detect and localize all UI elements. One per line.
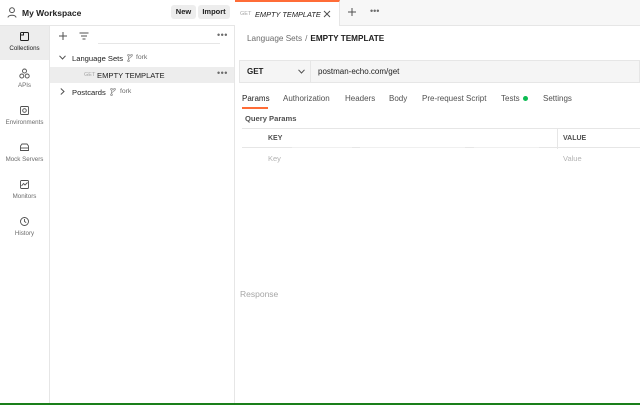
sidebar-item-apis[interactable]: APIs (0, 63, 49, 97)
breadcrumb-parent[interactable]: Language Sets (247, 34, 302, 43)
breadcrumb-separator: / (305, 34, 308, 43)
request-name: EMPTY TEMPLATE (97, 71, 165, 80)
sidebar-item-mock-servers[interactable]: Mock Servers (0, 137, 49, 171)
tab-bar: GET EMPTY TEMPLATE ••• (235, 0, 640, 26)
tests-status-dot (523, 96, 528, 101)
apis-icon (19, 68, 30, 79)
url-bar: GET postman-echo.com/get (239, 60, 640, 83)
collection-item-postcards[interactable]: Postcards fork (50, 84, 234, 100)
import-button[interactable]: Import (198, 5, 230, 19)
breadcrumb-current[interactable]: EMPTY TEMPLATE (310, 34, 384, 43)
divider (474, 147, 539, 148)
more-options-icon[interactable]: ••• (217, 68, 228, 78)
tab-title: EMPTY TEMPLATE (255, 10, 321, 19)
collection-item-language-sets[interactable]: Language Sets fork (50, 50, 234, 66)
active-tab-indicator (242, 107, 268, 109)
table-header: KEY VALUE (242, 128, 640, 149)
close-icon[interactable] (323, 10, 331, 18)
tab-body[interactable]: Body (389, 94, 407, 103)
url-input[interactable]: postman-echo.com/get (318, 67, 399, 76)
more-options-icon[interactable]: ••• (217, 30, 228, 40)
filter-icon[interactable] (79, 32, 89, 40)
sidebar-item-label: Environments (5, 119, 44, 126)
tab-tests[interactable]: Tests (501, 94, 520, 103)
divider (292, 147, 352, 148)
new-tab-icon[interactable] (347, 7, 357, 17)
collection-name: Postcards (72, 88, 106, 97)
tab-headers[interactable]: Headers (345, 94, 375, 103)
sidebar-item-label: Mock Servers (5, 156, 44, 163)
fork-label: fork (120, 88, 132, 95)
breadcrumb: Language Sets / EMPTY TEMPLATE (247, 34, 384, 43)
params-table: KEY VALUE Key Value (242, 128, 640, 168)
workspace-header: My Workspace New Import (0, 0, 235, 26)
fork-icon (127, 54, 133, 62)
history-icon (19, 216, 30, 227)
tab-method: GET (240, 11, 252, 17)
column-divider[interactable] (557, 129, 558, 149)
sidebar-item-collections[interactable]: Collections (0, 26, 49, 60)
search-input[interactable] (98, 43, 220, 44)
request-method: GET (84, 72, 96, 78)
sidebar-item-history[interactable]: History (0, 211, 49, 245)
sidebar-item-label: APIs (17, 82, 32, 89)
monitors-icon (19, 179, 30, 190)
param-key-input[interactable]: Key (268, 154, 281, 163)
column-header-key: KEY (268, 135, 283, 142)
chevron-right-icon[interactable] (60, 88, 65, 95)
sidebar-rail: Collections APIs Environments Mock Serve… (0, 26, 50, 403)
chevron-down-icon[interactable] (59, 55, 66, 60)
request-item-empty-template[interactable]: GET EMPTY TEMPLATE ••• (50, 67, 234, 83)
sidebar-item-label: Monitors (12, 193, 37, 200)
method-value: GET (247, 67, 264, 76)
more-tabs-icon[interactable]: ••• (370, 6, 379, 16)
mock-servers-icon (19, 142, 30, 153)
param-value-input[interactable]: Value (563, 154, 582, 163)
user-icon[interactable] (7, 7, 17, 18)
tab-settings[interactable]: Settings (543, 94, 572, 103)
fork-icon (110, 88, 116, 96)
method-select[interactable]: GET (240, 61, 311, 82)
chevron-down-icon (298, 69, 305, 74)
tab-params[interactable]: Params (242, 94, 270, 103)
sidebar-item-monitors[interactable]: Monitors (0, 174, 49, 208)
divider (360, 147, 465, 148)
workspace-name[interactable]: My Workspace (22, 8, 81, 18)
sidebar-item-label: History (14, 230, 35, 237)
new-button[interactable]: New (171, 5, 196, 19)
environments-icon (19, 105, 30, 116)
add-icon[interactable] (58, 31, 68, 41)
collection-name: Language Sets (72, 54, 124, 63)
column-header-value: VALUE (563, 135, 587, 142)
collections-icon (19, 31, 30, 42)
tab-authorization[interactable]: Authorization (283, 94, 330, 103)
fork-label: fork (136, 54, 148, 61)
collections-panel: ••• Language Sets fork GET EMPTY TEMPLAT… (50, 26, 235, 403)
sidebar-item-environments[interactable]: Environments (0, 100, 49, 134)
query-params-title: Query Params (245, 114, 297, 123)
tab-empty-template[interactable]: GET EMPTY TEMPLATE (235, 0, 340, 26)
sidebar-item-label: Collections (9, 45, 40, 52)
tab-pre-request-script[interactable]: Pre-request Script (422, 94, 486, 103)
response-title: Response (240, 289, 279, 299)
